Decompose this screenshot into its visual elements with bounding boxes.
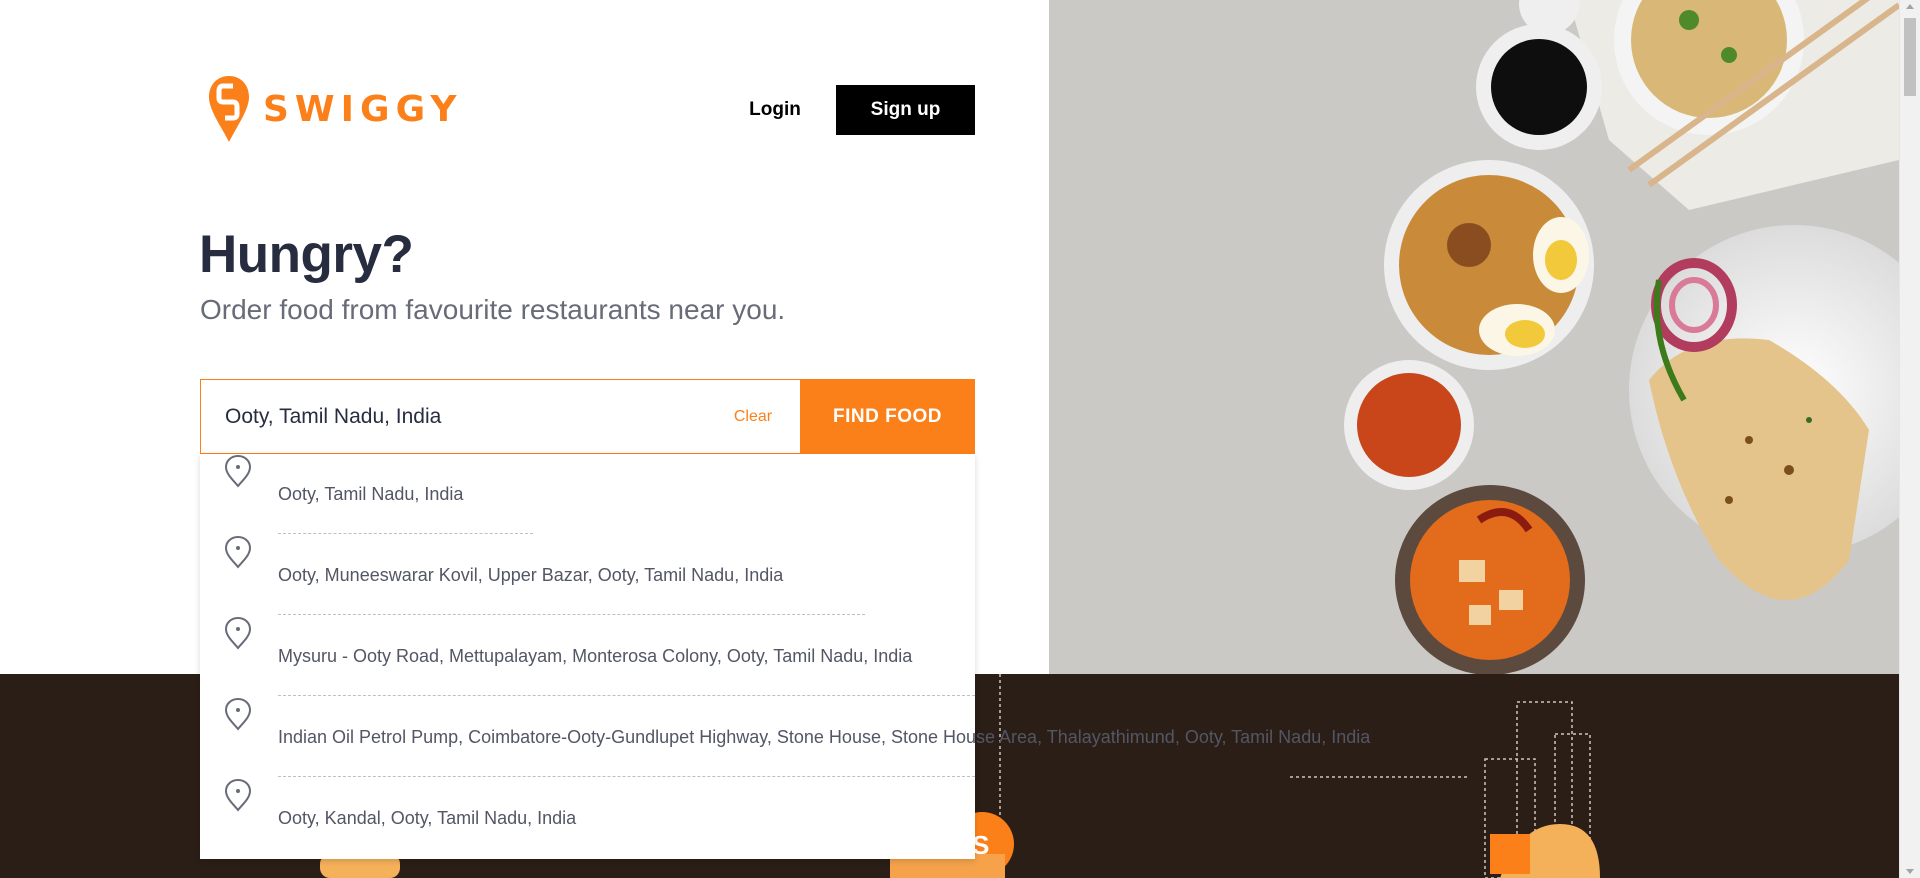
page-scrollbar[interactable] bbox=[1899, 0, 1920, 878]
location-pin-icon bbox=[224, 616, 252, 650]
location-pin-icon bbox=[224, 454, 252, 488]
suggestion-text: Ooty, Tamil Nadu, India bbox=[278, 484, 464, 504]
suggestion-text: Ooty, Kandal, Ooty, Tamil Nadu, India bbox=[278, 808, 577, 828]
find-food-button[interactable]: FIND FOOD bbox=[800, 379, 975, 454]
page-title: Hungry? bbox=[199, 225, 414, 284]
brand-name: SWIGGY bbox=[263, 88, 463, 130]
suggestion-text: Ooty, Muneeswarar Kovil, Upper Bazar, Oo… bbox=[278, 565, 784, 585]
suggestion-divider bbox=[278, 695, 975, 696]
location-pin-icon bbox=[224, 697, 252, 731]
suggestion-text: Mysuru - Ooty Road, Mettupalayam, Monter… bbox=[278, 646, 913, 666]
page-subtitle: Order food from favourite restaurants ne… bbox=[200, 294, 786, 325]
login-button[interactable]: Login bbox=[735, 85, 815, 135]
location-pin-icon bbox=[224, 778, 252, 812]
suggestion-divider bbox=[278, 614, 865, 615]
swiggy-logo[interactable]: SWIGGY bbox=[207, 74, 462, 144]
clear-button[interactable]: Clear bbox=[723, 402, 783, 432]
suggestion-divider bbox=[278, 776, 975, 777]
suggestion-item[interactable]: Ooty, Tamil Nadu, India bbox=[200, 454, 975, 535]
suggestion-text: Indian Oil Petrol Pump, Coimbatore-Ooty-… bbox=[278, 727, 1371, 747]
signup-button[interactable]: Sign up bbox=[836, 85, 975, 135]
scroll-up-icon[interactable] bbox=[1906, 4, 1914, 9]
scroll-down-icon[interactable] bbox=[1906, 869, 1914, 874]
location-search-box: Clear bbox=[200, 379, 800, 454]
location-suggestions-dropdown: Ooty, Tamil Nadu, India Ooty, Muneeswara… bbox=[200, 454, 1370, 859]
location-pin-icon bbox=[224, 535, 252, 569]
hero-food-image bbox=[1049, 0, 1899, 674]
suggestion-item[interactable]: Ooty, Muneeswarar Kovil, Upper Bazar, Oo… bbox=[200, 535, 975, 616]
suggestion-item[interactable]: Ooty, Kandal, Ooty, Tamil Nadu, India bbox=[200, 778, 975, 859]
suggestion-item[interactable]: Mysuru - Ooty Road, Mettupalayam, Monter… bbox=[200, 616, 975, 697]
suggestion-divider bbox=[278, 533, 533, 534]
location-search-input[interactable] bbox=[225, 398, 705, 436]
scrollbar-thumb[interactable] bbox=[1904, 18, 1916, 96]
swiggy-logo-icon bbox=[209, 76, 249, 142]
suggestion-item[interactable]: Indian Oil Petrol Pump, Coimbatore-Ooty-… bbox=[200, 697, 1370, 778]
